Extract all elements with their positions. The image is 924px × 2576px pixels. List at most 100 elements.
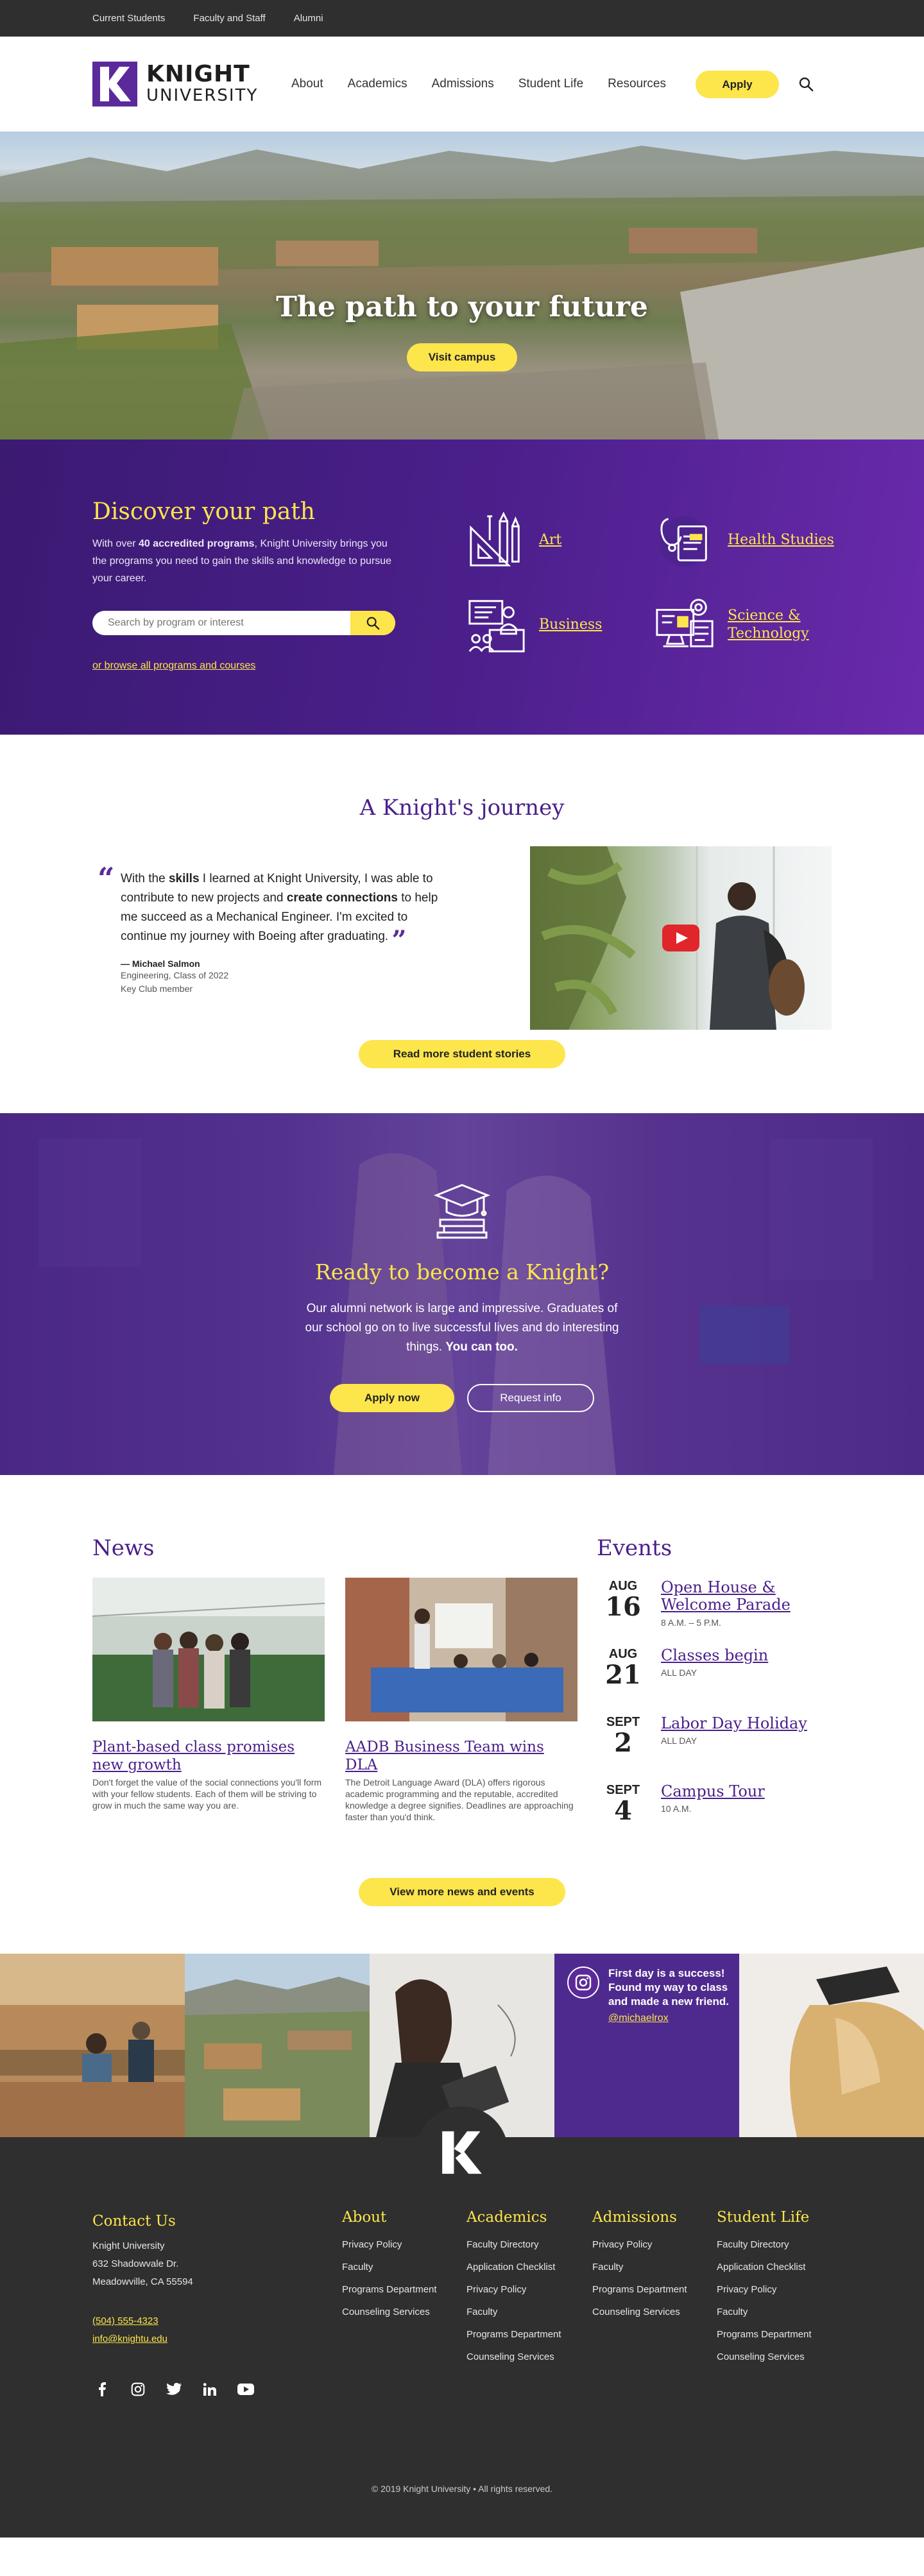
facebook-icon[interactable] [92, 2380, 112, 2399]
view-news-events-button[interactable]: View more news and events [359, 1878, 565, 1906]
footer-link[interactable]: Programs Department [592, 2278, 687, 2301]
program-science-link[interactable]: Science & Technology [728, 607, 817, 643]
logo-line2: UNIVERSITY [146, 86, 259, 105]
footer-link[interactable]: Privacy Policy [342, 2233, 437, 2256]
instagram-icon[interactable] [128, 2380, 148, 2399]
program-search-button[interactable] [350, 611, 395, 635]
footer-link[interactable]: Faculty [466, 2301, 561, 2323]
event-title[interactable]: Open House & Welcome Parade [661, 1579, 809, 1614]
footer-link[interactable]: Privacy Policy [466, 2278, 561, 2301]
play-icon[interactable] [662, 925, 699, 951]
footer-link[interactable]: Counseling Services [717, 2346, 812, 2368]
testimonial-meta-2: Key Club member [121, 984, 193, 994]
program-search-input[interactable] [92, 611, 349, 635]
footer-column-student-life: Student Life Faculty Directory Applicati… [717, 2209, 812, 2368]
instagram-caption: First day is a success! Found my way to … [608, 1967, 729, 2008]
footer-link[interactable]: Faculty Directory [717, 2233, 812, 2256]
apply-now-button[interactable]: Apply now [330, 1384, 454, 1412]
site-footer: Contact Us Knight University 632 Shadowv… [0, 2106, 924, 2538]
event-title[interactable]: Campus Tour [661, 1783, 809, 1800]
footer-link[interactable]: Faculty [342, 2256, 437, 2278]
footer-link[interactable]: Programs Department [342, 2278, 437, 2301]
program-art[interactable]: Art [465, 509, 561, 572]
footer-link[interactable]: Programs Department [466, 2323, 561, 2346]
footer-link[interactable]: Application Checklist [717, 2256, 812, 2278]
visit-campus-button[interactable]: Visit campus [407, 343, 517, 371]
linkedin-icon[interactable] [200, 2380, 219, 2399]
program-science[interactable]: Science & Technology [653, 593, 817, 656]
discover-section: Discover your path With over 40 accredit… [0, 439, 924, 735]
footer-link[interactable]: Counseling Services [466, 2346, 561, 2368]
event-day: 21 [605, 1660, 641, 1690]
event-title[interactable]: Classes begin [661, 1647, 809, 1664]
apply-button[interactable]: Apply [696, 71, 779, 98]
browse-programs-link[interactable]: or browse all programs and courses [92, 660, 255, 672]
news-title[interactable]: AADB Business Team wins DLA [345, 1738, 578, 1774]
read-stories-button[interactable]: Read more student stories [359, 1040, 565, 1068]
knight-k-icon [92, 62, 137, 107]
footer-link[interactable]: Faculty Directory [466, 2233, 561, 2256]
health-icon [659, 516, 710, 567]
request-info-button[interactable]: Request info [467, 1384, 594, 1412]
util-link-alumni[interactable]: Alumni [294, 13, 323, 24]
youtube-icon[interactable] [236, 2380, 255, 2399]
nav-academics[interactable]: Academics [348, 77, 407, 91]
footer-link[interactable]: Counseling Services [342, 2301, 437, 2323]
news-title[interactable]: Plant-based class promises new growth [92, 1738, 325, 1774]
footer-logo [416, 2106, 508, 2199]
instagram-handle[interactable]: @michaelrox [608, 2013, 669, 2024]
news-item[interactable]: AADB Business Team wins DLA The Detroit … [345, 1578, 578, 1823]
news-item[interactable]: Plant-based class promises new growth Do… [92, 1578, 325, 1811]
program-business-link[interactable]: Business [539, 616, 602, 634]
nav-resources[interactable]: Resources [608, 77, 666, 91]
students-photo [0, 1113, 924, 1475]
site-header: KNIGHT UNIVERSITY About Academics Admiss… [0, 37, 924, 132]
twitter-icon[interactable] [164, 2380, 184, 2399]
nav-admissions[interactable]: Admissions [432, 77, 494, 91]
instagram-photo[interactable] [0, 1954, 185, 2137]
contact-email[interactable]: info@knightu.edu [92, 2333, 167, 2344]
util-link-current-students[interactable]: Current Students [92, 13, 165, 24]
footer-column-about: About Privacy Policy Faculty Programs De… [342, 2209, 437, 2323]
search-icon [366, 617, 380, 630]
instagram-icon[interactable] [567, 1966, 599, 1999]
hero-title: The path to your future [276, 291, 648, 323]
events-heading: Events [597, 1535, 672, 1561]
instagram-photo[interactable] [185, 1954, 370, 2137]
instagram-post[interactable]: First day is a success! Found my way to … [554, 1954, 739, 2137]
news-heading: News [92, 1535, 155, 1561]
footer-link[interactable]: Application Checklist [466, 2256, 561, 2278]
news-summary: The Detroit Language Award (DLA) offers … [345, 1777, 574, 1822]
program-health-link[interactable]: Health Studies [728, 531, 834, 549]
event-time: ALL DAY [661, 1736, 697, 1746]
journey-section: A Knight's journey “ With the skills I l… [0, 735, 924, 1113]
nav-about[interactable]: About [291, 77, 323, 91]
news-summary: Don't forget the value of the social con… [92, 1777, 322, 1811]
search-icon[interactable] [798, 76, 814, 92]
event-title[interactable]: Labor Day Holiday [661, 1715, 809, 1732]
program-art-link[interactable]: Art [539, 531, 561, 549]
discover-title: Discover your path [92, 499, 315, 525]
footer-link[interactable]: Counseling Services [592, 2301, 687, 2323]
student-video[interactable] [530, 846, 832, 1030]
footer-link[interactable]: Privacy Policy [717, 2278, 812, 2301]
instagram-photo[interactable] [739, 1954, 924, 2137]
contact-phone[interactable]: (504) 555-4323 [92, 2316, 158, 2326]
main-nav: About Academics Admissions Student Life … [291, 37, 666, 132]
nav-student-life[interactable]: Student Life [518, 77, 583, 91]
news-events-section: News Events Plant-based class promises n… [0, 1475, 924, 1954]
footer-link[interactable]: Privacy Policy [592, 2233, 687, 2256]
campus-photo [0, 146, 924, 439]
util-link-faculty-staff[interactable]: Faculty and Staff [193, 13, 265, 24]
footer-link[interactable]: Programs Department [717, 2323, 812, 2346]
become-text: Our alumni network is large and impressi… [305, 1302, 619, 1354]
testimonial: “ With the skills I learned at Knight Un… [98, 864, 457, 996]
journey-title: A Knight's journey [359, 795, 565, 821]
event-time: 10 A.M. [661, 1804, 692, 1814]
logo[interactable]: KNIGHT UNIVERSITY [92, 62, 258, 107]
footer-link[interactable]: Faculty [592, 2256, 687, 2278]
program-business[interactable]: Business [465, 593, 602, 656]
program-health[interactable]: Health Studies [653, 509, 834, 572]
footer-link[interactable]: Faculty [717, 2301, 812, 2323]
logo-line1: KNIGHT [146, 61, 250, 87]
